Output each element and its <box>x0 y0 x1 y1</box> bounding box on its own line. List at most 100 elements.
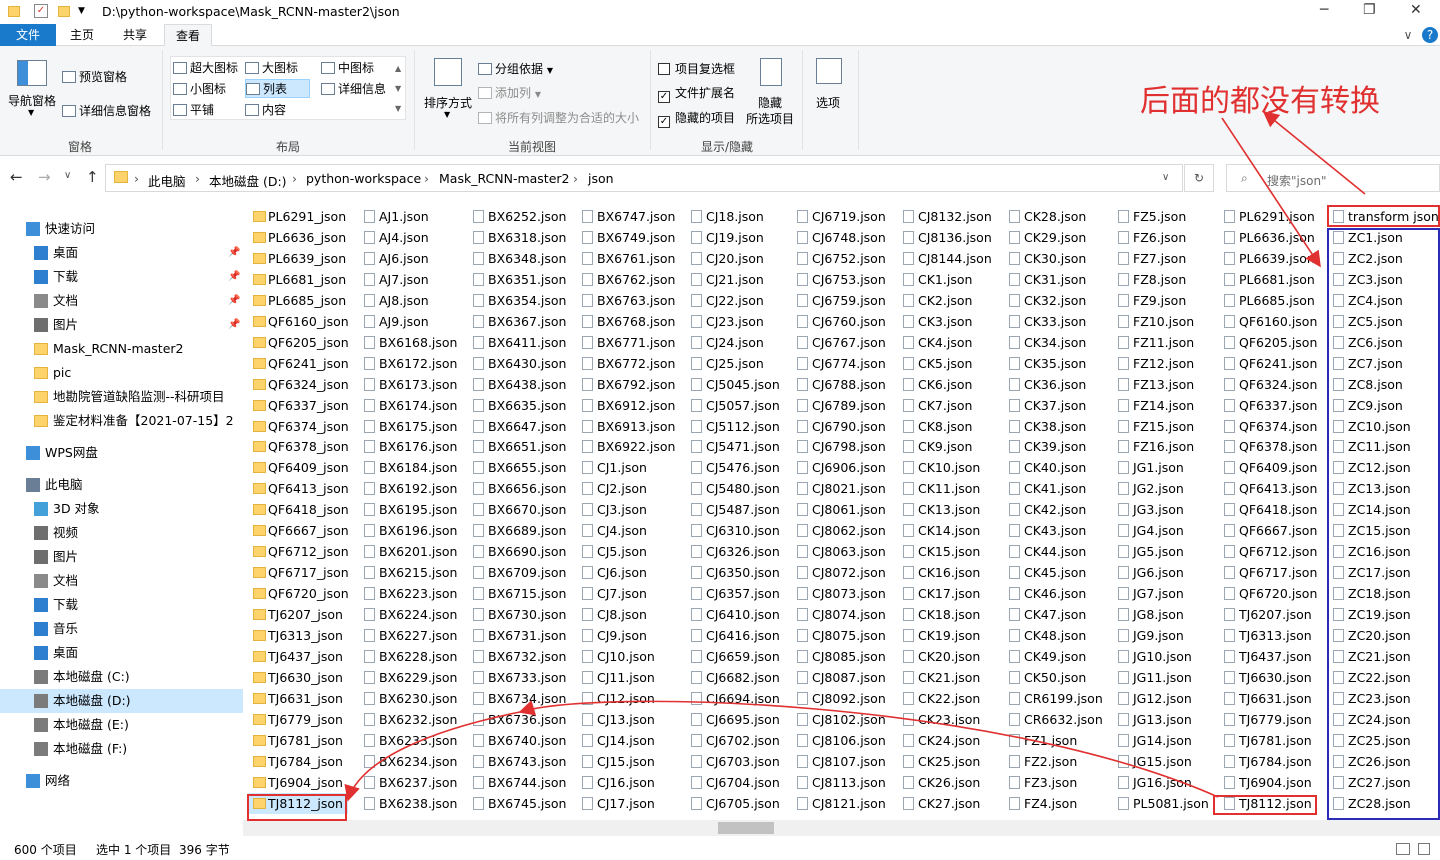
item-checkboxes-toggle[interactable]: 项目复选框 <box>658 60 735 77</box>
file-item[interactable]: FZ15.json <box>1113 416 1215 437</box>
file-item[interactable]: BX6656.json <box>468 478 572 499</box>
file-item[interactable]: CK11.json <box>898 478 1000 499</box>
folder-item[interactable]: PL6685_json <box>248 290 348 311</box>
sidebar-item[interactable]: 图片 📌 <box>0 313 243 337</box>
sidebar-item[interactable]: 地勘院管道缺陷监测--科研项目 <box>0 385 243 409</box>
file-item[interactable]: CK17.json <box>898 583 1000 604</box>
file-item[interactable]: CK20.json <box>898 646 1000 667</box>
file-item[interactable]: CK42.json <box>1004 499 1108 520</box>
sidebar-item[interactable]: 本地磁盘 (E:) <box>0 713 243 737</box>
file-item[interactable]: TJ6781.json <box>1219 730 1323 751</box>
file-item[interactable]: CK40.json <box>1004 457 1108 478</box>
tab-share[interactable]: 共享 <box>114 24 156 46</box>
file-item[interactable]: CJ6753.json <box>792 269 894 290</box>
file-item[interactable]: CK43.json <box>1004 520 1108 541</box>
file-item[interactable]: CK34.json <box>1004 332 1108 353</box>
layout-medium-icons[interactable]: 中图标 <box>321 59 374 76</box>
file-item[interactable]: AJ8.json <box>359 290 463 311</box>
file-item[interactable]: CK16.json <box>898 562 1000 583</box>
file-item[interactable]: CJ8106.json <box>792 730 894 751</box>
file-item[interactable]: CJ12.json <box>577 688 681 709</box>
hidden-items-toggle[interactable]: ✓ 隐藏的项目 <box>658 109 735 128</box>
file-item[interactable]: FZ12.json <box>1113 353 1215 374</box>
add-columns-button[interactable]: 添加列 ▼ <box>478 84 541 101</box>
file-item[interactable]: TJ6437.json <box>1219 646 1323 667</box>
sidebar-item[interactable]: 鉴定材料准备【2021-07-15】2 <box>0 409 243 433</box>
sidebar-item[interactable]: Mask_RCNN-master2 <box>0 337 243 361</box>
file-item[interactable]: BX6734.json <box>468 688 572 709</box>
file-item[interactable]: FZ1.json <box>1004 730 1108 751</box>
file-item[interactable]: CK44.json <box>1004 541 1108 562</box>
file-item[interactable]: CK26.json <box>898 772 1000 793</box>
file-item[interactable]: BX6318.json <box>468 227 572 248</box>
sidebar-item[interactable]: pic <box>0 361 243 385</box>
file-item[interactable]: FZ9.json <box>1113 290 1215 311</box>
file-item[interactable]: CJ6310.json <box>686 520 790 541</box>
file-item[interactable]: CK9.json <box>898 436 1000 457</box>
file-item[interactable]: QF6409.json <box>1219 457 1323 478</box>
file-item[interactable]: CJ8113.json <box>792 772 894 793</box>
file-item[interactable]: CK6.json <box>898 374 1000 395</box>
file-item[interactable]: BX6173.json <box>359 374 463 395</box>
file-item[interactable]: FZ10.json <box>1113 311 1215 332</box>
file-item[interactable]: CJ8074.json <box>792 604 894 625</box>
breadcrumb-drive-d[interactable]: 本地磁盘 (D:) <box>209 171 287 190</box>
file-item[interactable]: JG7.json <box>1113 583 1215 604</box>
file-item[interactable]: BX6655.json <box>468 457 572 478</box>
file-item[interactable]: CJ17.json <box>577 793 681 814</box>
file-item[interactable]: BX6175.json <box>359 416 463 437</box>
file-item[interactable]: BX6168.json <box>359 332 463 353</box>
file-item[interactable]: CK23.json <box>898 709 1000 730</box>
file-item[interactable]: CJ15.json <box>577 751 681 772</box>
file-item[interactable]: BX6732.json <box>468 646 572 667</box>
file-item[interactable]: CJ19.json <box>686 227 790 248</box>
file-item[interactable]: BX6731.json <box>468 625 572 646</box>
file-item[interactable]: BX6234.json <box>359 751 463 772</box>
file-item[interactable]: CJ6789.json <box>792 395 894 416</box>
file-item[interactable]: BX6201.json <box>359 541 463 562</box>
file-item[interactable]: CJ5476.json <box>686 457 790 478</box>
file-item[interactable]: PL6681.json <box>1219 269 1323 290</box>
file-item[interactable]: BX6348.json <box>468 248 572 269</box>
file-item[interactable]: TJ6779.json <box>1219 709 1323 730</box>
up-button[interactable]: ↑ <box>86 168 99 186</box>
sidebar-item[interactable]: 此电脑 <box>0 473 243 497</box>
file-item[interactable]: CK48.json <box>1004 625 1108 646</box>
close-button[interactable]: ✕ <box>1410 2 1422 18</box>
file-item[interactable]: CK14.json <box>898 520 1000 541</box>
file-item[interactable]: CJ8075.json <box>792 625 894 646</box>
file-item[interactable]: CK38.json <box>1004 416 1108 437</box>
options-button[interactable]: 选项 <box>810 56 850 118</box>
help-button[interactable]: ? <box>1422 27 1438 43</box>
file-item[interactable]: CK8.json <box>898 416 1000 437</box>
details-view-icon[interactable] <box>1396 843 1410 855</box>
tab-file[interactable]: 文件 <box>0 24 56 46</box>
file-item[interactable]: CK32.json <box>1004 290 1108 311</box>
file-item[interactable]: BX6749.json <box>577 227 681 248</box>
file-item[interactable]: PL6636.json <box>1219 227 1323 248</box>
size-all-columns-button[interactable]: 将所有列调整为合适的大小 <box>478 109 639 126</box>
file-item[interactable]: CJ6350.json <box>686 562 790 583</box>
file-item[interactable]: JG2.json <box>1113 478 1215 499</box>
file-item[interactable]: BX6922.json <box>577 436 681 457</box>
back-button[interactable]: ← <box>10 168 23 186</box>
folder-item[interactable]: QF6324_json <box>248 374 349 395</box>
file-item[interactable]: QF6667.json <box>1219 520 1323 541</box>
checkbox-checked[interactable]: ✓ <box>658 91 670 103</box>
file-item[interactable]: CK10.json <box>898 457 1000 478</box>
file-item[interactable]: CJ5057.json <box>686 395 790 416</box>
file-item[interactable]: CR6632.json <box>1004 709 1108 730</box>
file-item[interactable]: BX6438.json <box>468 374 572 395</box>
file-item[interactable]: CJ8132.json <box>898 206 1000 227</box>
file-item[interactable]: CJ4.json <box>577 520 681 541</box>
file-item[interactable]: CJ6798.json <box>792 436 894 457</box>
file-item[interactable]: CK27.json <box>898 793 1000 814</box>
tab-home[interactable]: 主页 <box>62 24 102 46</box>
file-item[interactable]: CJ8021.json <box>792 478 894 499</box>
file-item[interactable]: CJ2.json <box>577 478 681 499</box>
file-item[interactable]: JG11.json <box>1113 667 1215 688</box>
file-item[interactable]: JG6.json <box>1113 562 1215 583</box>
sidebar-item[interactable]: 网络 <box>0 769 243 793</box>
file-item[interactable]: CJ6682.json <box>686 667 790 688</box>
file-item[interactable]: FZ11.json <box>1113 332 1215 353</box>
